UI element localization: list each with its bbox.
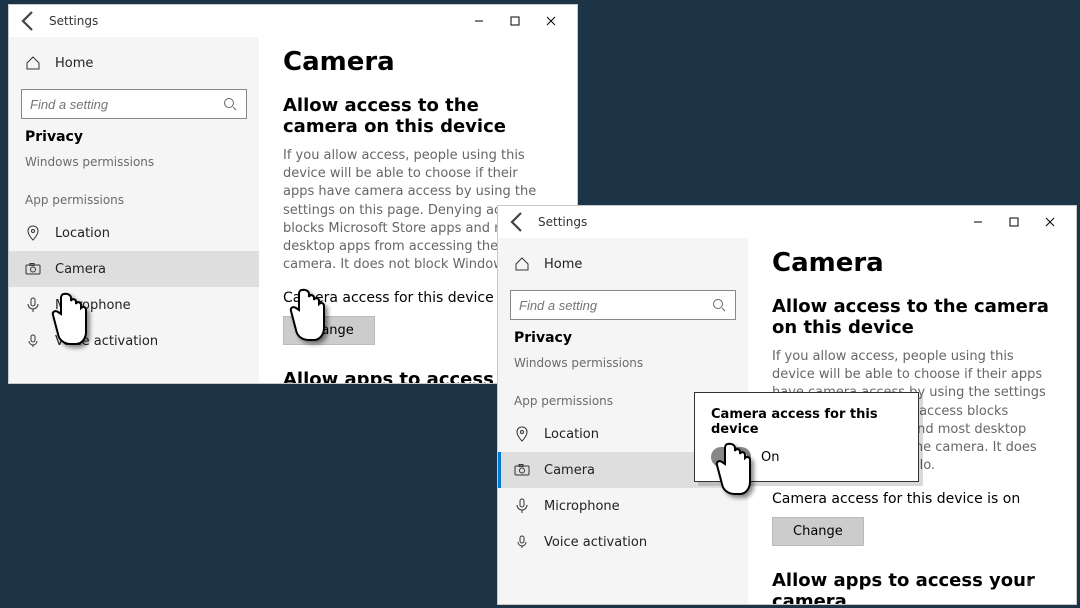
sidebar-item-label: Location	[55, 226, 110, 241]
sidebar-item-label: Microphone	[55, 298, 131, 313]
page-heading: Camera	[772, 248, 1052, 278]
search-input[interactable]	[30, 97, 222, 112]
search-input-wrapper[interactable]	[510, 290, 736, 320]
minimize-button[interactable]	[960, 206, 996, 238]
sidebar-home-label: Home	[55, 56, 93, 71]
camera-access-toggle[interactable]	[711, 447, 751, 467]
back-button[interactable]	[506, 210, 530, 234]
change-button[interactable]: Change	[772, 517, 864, 546]
location-icon	[514, 426, 530, 442]
sidebar-item-label: Microphone	[544, 499, 620, 514]
sidebar-group-app: App permissions	[9, 177, 259, 215]
toggle-state: On	[761, 450, 779, 465]
sidebar-item-label: Voice activation	[55, 334, 158, 349]
sidebar-item-label: Camera	[55, 262, 106, 277]
sidebar-category: Privacy	[498, 328, 748, 352]
window-title: Settings	[538, 215, 587, 229]
titlebar: Settings	[498, 206, 1076, 238]
page-heading: Camera	[283, 47, 553, 77]
sidebar-home[interactable]: Home	[9, 45, 259, 81]
camera-access-popup: Camera access for this device On	[694, 392, 919, 482]
titlebar: Settings	[9, 5, 577, 37]
search-input-wrapper[interactable]	[21, 89, 247, 119]
section1-title: Allow access to the camera on this devic…	[772, 296, 1052, 338]
maximize-button[interactable]	[996, 206, 1032, 238]
home-icon	[25, 55, 41, 71]
settings-window-1: Settings Home Privacy Windows permission…	[8, 4, 578, 384]
minimize-button[interactable]	[461, 5, 497, 37]
popup-title: Camera access for this device	[711, 407, 902, 437]
close-button[interactable]	[1032, 206, 1068, 238]
camera-icon	[514, 462, 530, 478]
sidebar-item-voice[interactable]: Voice activation	[9, 323, 259, 359]
sidebar-item-location[interactable]: Location	[9, 215, 259, 251]
change-button[interactable]: Change	[283, 316, 375, 345]
maximize-button[interactable]	[497, 5, 533, 37]
search-input[interactable]	[519, 298, 711, 313]
section1-title: Allow access to the camera on this devic…	[283, 95, 553, 137]
sidebar-item-label: Voice activation	[544, 535, 647, 550]
voice-activation-icon	[514, 534, 530, 550]
sidebar-group-windows: Windows permissions	[9, 151, 259, 177]
section2-title: Allow apps to access your camera	[772, 570, 1052, 604]
sidebar-item-voice[interactable]: Voice activation	[498, 524, 748, 560]
search-icon	[711, 297, 727, 313]
window-title: Settings	[49, 14, 98, 28]
sidebar-item-microphone[interactable]: Microphone	[498, 488, 748, 524]
microphone-icon	[25, 297, 41, 313]
camera-icon	[25, 261, 41, 277]
sidebar: Home Privacy Windows permissions App per…	[9, 37, 259, 383]
location-icon	[25, 225, 41, 241]
back-button[interactable]	[17, 9, 41, 33]
sidebar-item-camera[interactable]: Camera	[9, 251, 259, 287]
sidebar-item-label: Location	[544, 427, 599, 442]
sidebar-category: Privacy	[9, 127, 259, 151]
search-icon	[222, 96, 238, 112]
sidebar-home[interactable]: Home	[498, 246, 748, 282]
sidebar-group-windows: Windows permissions	[498, 352, 748, 378]
sidebar-home-label: Home	[544, 257, 582, 272]
sidebar-item-label: Camera	[544, 463, 595, 478]
voice-activation-icon	[25, 333, 41, 349]
sidebar-item-microphone[interactable]: Microphone	[9, 287, 259, 323]
close-button[interactable]	[533, 5, 569, 37]
camera-access-status: Camera access for this device is on	[772, 491, 1052, 507]
microphone-icon	[514, 498, 530, 514]
watermark: FIX	[1014, 577, 1072, 602]
home-icon	[514, 256, 530, 272]
